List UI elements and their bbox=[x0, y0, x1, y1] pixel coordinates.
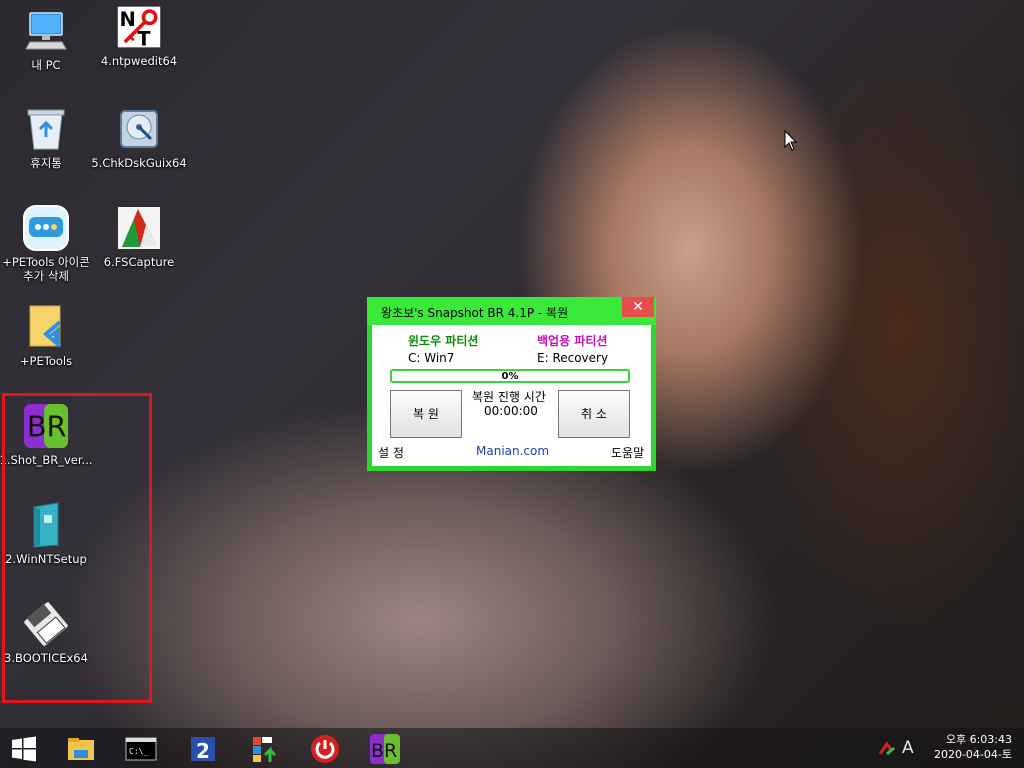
installer-button[interactable] bbox=[247, 732, 283, 766]
help-link[interactable]: 도움말 bbox=[611, 444, 644, 461]
icon-label: 4.ntpwedit64 bbox=[100, 54, 178, 68]
command-prompt-button[interactable]: C:\_ bbox=[123, 732, 159, 766]
install-icon bbox=[253, 737, 277, 762]
window-client: 윈도우 파티션 백업용 파티션 C: Win7 E: Recovery 0% 복… bbox=[372, 325, 651, 466]
svg-text:C:\_: C:\_ bbox=[129, 747, 148, 756]
restore-progress-bar: 0% bbox=[390, 369, 630, 383]
folder-icon bbox=[68, 738, 94, 760]
windows-logo-icon bbox=[12, 736, 36, 762]
taskbar: C:\_ 2 BR A 오후 6:03:43 2020-04-04-토 bbox=[0, 728, 1024, 768]
br-icon: BR bbox=[370, 734, 400, 764]
network-arrow-icon[interactable] bbox=[878, 740, 898, 756]
ime-indicator[interactable]: A bbox=[902, 738, 914, 758]
desktop-icon-petools-folder[interactable]: +PETools bbox=[0, 304, 92, 368]
hard-disk-icon bbox=[116, 106, 162, 152]
highlight-box bbox=[2, 393, 152, 703]
ntpwedit-key-icon: N T bbox=[116, 4, 162, 51]
desktop-icon-petools-add-remove[interactable]: +PETools 아이콘 추가 삭제 bbox=[0, 205, 92, 283]
clock-date: 2020-04-04-토 bbox=[933, 748, 1012, 761]
target-partition-value: E: Recovery bbox=[537, 351, 609, 365]
mouse-pointer-icon bbox=[784, 130, 798, 151]
app-2-button[interactable]: 2 bbox=[185, 732, 221, 766]
clock[interactable]: 오후 6:03:43 2020-04-04-토 bbox=[934, 732, 1012, 762]
power-icon bbox=[311, 735, 339, 763]
progress-percent: 0% bbox=[501, 371, 519, 382]
icon-label: 내 PC bbox=[31, 58, 61, 72]
power-button[interactable] bbox=[307, 732, 343, 766]
desktop-icon-fscapture[interactable]: 6.FSCapture bbox=[93, 205, 185, 269]
restore-button[interactable]: 복 원 bbox=[390, 390, 462, 438]
desktop-icon-this-pc[interactable]: 내 PC bbox=[0, 8, 92, 72]
icon-label: 5.ChkDskGuix64 bbox=[91, 156, 187, 170]
clock-time: 오후 6:03:43 bbox=[945, 733, 1012, 746]
manian-site-link[interactable]: Manian.com bbox=[476, 444, 549, 458]
target-partition-label: 백업용 파티션 bbox=[537, 334, 608, 348]
window-titlebar[interactable]: 왕초보's Snapshot BR 4.1P - 복원 ✕ bbox=[367, 297, 656, 325]
computer-icon bbox=[23, 8, 69, 54]
icon-label: +PETools 아이콘 추가 삭제 bbox=[2, 255, 90, 283]
source-partition-value: C: Win7 bbox=[408, 351, 455, 365]
desktop-icon-chkdskguix64[interactable]: 5.ChkDskGuix64 bbox=[91, 106, 187, 170]
settings-link[interactable]: 설 정 bbox=[378, 444, 404, 461]
desktop-icon-recycle-bin[interactable]: 휴지통 bbox=[0, 106, 92, 170]
desktop-icon-ntpwedit[interactable]: N T 4.ntpwedit64 bbox=[93, 4, 185, 68]
recycle-bin-icon bbox=[23, 106, 69, 152]
icon-label: +PETools bbox=[19, 354, 73, 368]
snapshot-br-button[interactable]: BR bbox=[367, 732, 403, 766]
svg-text:2: 2 bbox=[196, 739, 210, 763]
file-explorer-button[interactable] bbox=[63, 732, 99, 766]
svg-text:BR: BR bbox=[371, 740, 397, 762]
start-button[interactable] bbox=[6, 732, 42, 766]
window-title: 왕초보's Snapshot BR 4.1P - 복원 bbox=[381, 306, 569, 320]
close-button[interactable]: ✕ bbox=[622, 297, 654, 317]
fscapture-icon bbox=[116, 205, 162, 251]
progress-time-value: 00:00:00 bbox=[484, 404, 538, 418]
snapshot-br-window: 왕초보's Snapshot BR 4.1P - 복원 ✕ 윈도우 파티션 백업… bbox=[367, 297, 656, 471]
icon-label: 휴지통 bbox=[30, 156, 62, 170]
svg-text:T: T bbox=[137, 28, 151, 51]
cancel-button[interactable]: 취 소 bbox=[558, 390, 630, 438]
progress-time-label: 복원 진행 시간 bbox=[472, 390, 546, 404]
folder-shortcut-icon bbox=[23, 304, 69, 350]
number-2-icon: 2 bbox=[191, 737, 215, 763]
icon-label: 6.FSCapture bbox=[103, 255, 175, 269]
terminal-icon: C:\_ bbox=[125, 737, 157, 761]
svg-text:N: N bbox=[120, 8, 136, 31]
petools-app-icon bbox=[23, 205, 69, 251]
source-partition-label: 윈도우 파티션 bbox=[408, 334, 479, 348]
